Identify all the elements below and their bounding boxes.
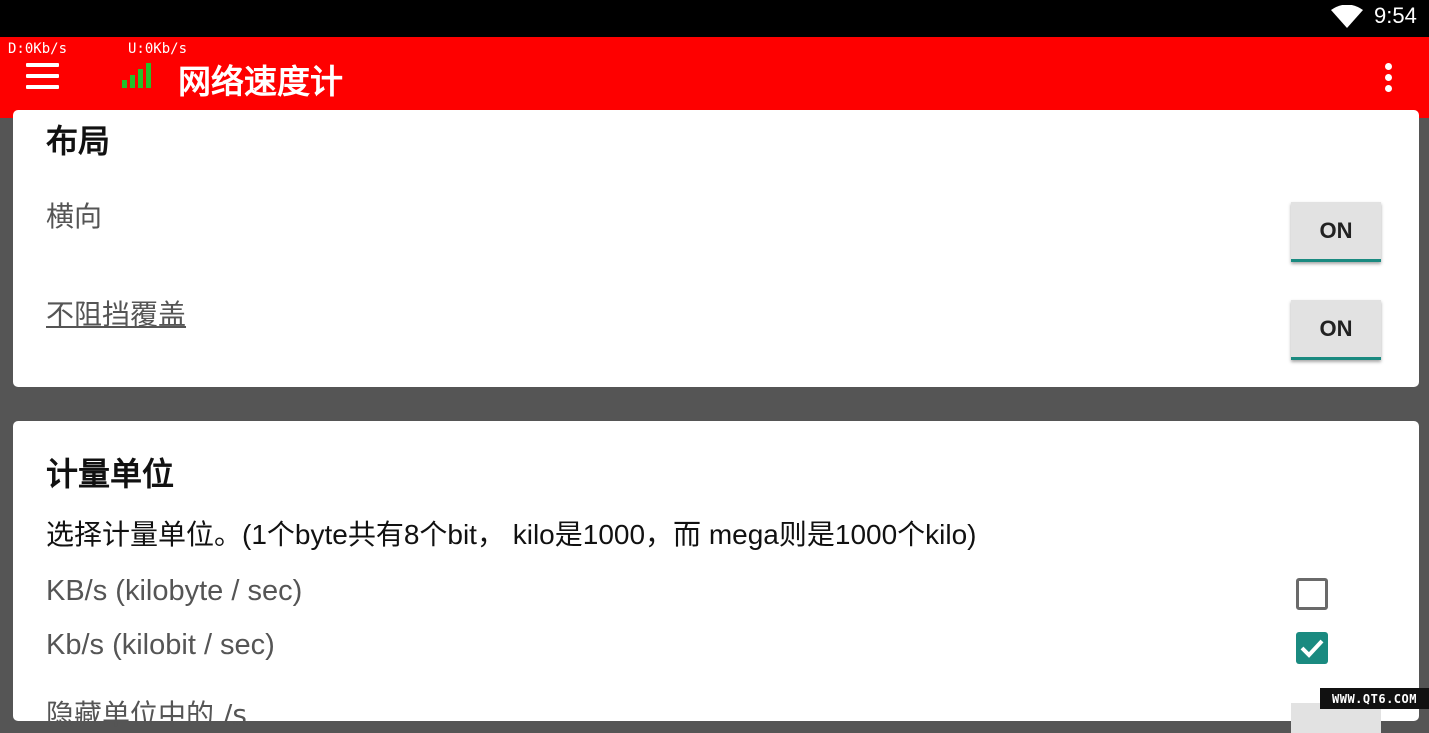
units-section-title: 计量单位: [46, 455, 175, 493]
hide-per-second-label[interactable]: 隐藏单位中的 /s: [46, 693, 247, 733]
checkmark-icon: [1300, 639, 1324, 658]
kbyte-option-label[interactable]: KB/s (kilobyte / sec): [46, 575, 302, 608]
kbit-option-label[interactable]: Kb/s (kilobit / sec): [46, 629, 275, 662]
landscape-label: 横向: [46, 200, 103, 233]
clock: 9:54: [1374, 3, 1417, 28]
kbit-checkbox[interactable]: [1296, 632, 1328, 664]
app-bar: D:0Kb/s U:0Kb/s 网络速度计: [0, 37, 1429, 118]
units-card: 计量单位 选择计量单位。(1个byte共有8个bit， kilo是1000，而 …: [13, 421, 1419, 733]
landscape-toggle[interactable]: ON: [1291, 202, 1381, 262]
app-title: 网络速度计: [178, 62, 343, 101]
layout-card: 布局 横向 ON 不阻挡覆盖 ON: [13, 110, 1419, 387]
kbyte-checkbox[interactable]: [1296, 578, 1328, 610]
more-vert-icon[interactable]: [1376, 63, 1402, 93]
no-block-overlay-toggle[interactable]: ON: [1291, 300, 1381, 360]
watermark: WWW.QT6.COM: [1320, 688, 1429, 709]
wifi-icon: [1331, 5, 1363, 28]
download-speed: D:0Kb/s: [8, 41, 68, 57]
units-description: 选择计量单位。(1个byte共有8个bit， kilo是1000，而 mega则…: [46, 519, 977, 550]
no-block-overlay-label[interactable]: 不阻挡覆盖: [46, 293, 186, 333]
hamburger-menu-icon[interactable]: [26, 63, 60, 91]
signal-bars-icon: [122, 63, 151, 88]
status-bar: 9:54: [0, 0, 1429, 37]
layout-section-title: 布局: [46, 122, 111, 160]
